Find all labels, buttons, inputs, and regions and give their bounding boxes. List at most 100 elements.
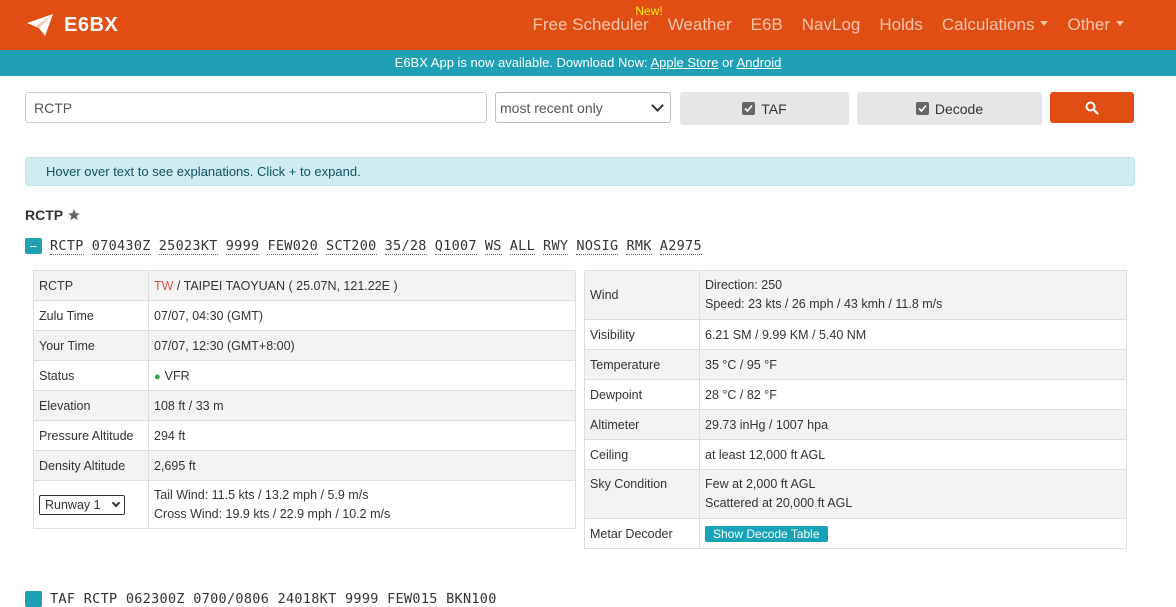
station-search-input[interactable] — [25, 92, 487, 123]
caret-down-icon — [1040, 21, 1049, 27]
metar-raw-text: RCTP 070430Z 25023KT 9999 FEW020 SCT200 35/28 Q… — [50, 238, 710, 255]
search-icon — [1085, 101, 1099, 115]
star-icon[interactable] — [67, 208, 81, 222]
metar-token[interactable]: ALL — [509, 238, 536, 255]
row-label: Temperature — [584, 349, 700, 380]
metar-token[interactable]: 070430Z — [91, 238, 151, 255]
new-badge: New! — [635, 4, 663, 18]
metar-token[interactable]: RCTP — [50, 238, 84, 255]
android-link[interactable]: Android — [737, 55, 782, 70]
sky-scattered: Scattered at 20,000 ft AGL — [705, 496, 853, 510]
nav-calculations[interactable]: Calculations — [942, 15, 1049, 35]
brand-logo[interactable]: E6BX — [26, 13, 118, 37]
row-value: 28 °C / 82 °F — [699, 379, 1127, 410]
collapse-taf-button[interactable] — [25, 591, 42, 607]
decode-toggle-button[interactable]: Decode — [857, 92, 1042, 125]
cross-wind: Cross Wind: 19.9 kts / 22.9 mph / 10.2 m… — [154, 506, 391, 521]
app-download-banner: E6BX App is now available. Download Now:… — [0, 50, 1176, 76]
nav-free-scheduler[interactable]: Free Scheduler New! — [532, 4, 662, 35]
row-label: RCTP — [33, 270, 149, 301]
row-label: Altimeter — [584, 409, 700, 440]
row-value: 108 ft / 33 m — [148, 390, 576, 421]
table-row: Sky Condition Few at 2,000 ft AGL Scatte… — [584, 469, 1127, 519]
row-label: Density Altitude — [33, 450, 149, 481]
nav-other[interactable]: Other — [1067, 15, 1124, 35]
checkbox-checked-icon — [915, 102, 929, 115]
metar-token[interactable]: WS — [484, 238, 502, 255]
station-heading: RCTP — [25, 207, 81, 223]
runway-select[interactable]: Runway 1 — [39, 494, 125, 515]
metar-token[interactable]: RWY — [543, 238, 569, 255]
table-row: Wind Direction: 250 Speed: 23 kts / 26 m… — [584, 270, 1127, 320]
search-row: most recent only TAF Decode — [25, 92, 1134, 126]
chevron-down-icon — [651, 99, 664, 112]
station-info-table: RCTP TW / TAIPEI TAOYUAN ( 25.07N, 121.2… — [33, 270, 576, 529]
table-row: Altimeter 29.73 inHg / 1007 hpa — [584, 409, 1127, 440]
table-row: Status ● VFR — [33, 360, 576, 391]
metar-token[interactable]: 35/28 — [384, 238, 427, 255]
metar-token[interactable]: SCT200 — [326, 238, 377, 255]
row-value: 2,695 ft — [148, 450, 576, 481]
table-row: RCTP TW / TAIPEI TAOYUAN ( 25.07N, 121.2… — [33, 270, 576, 301]
metar-token[interactable]: FEW020 — [267, 238, 319, 255]
collapse-metar-button[interactable]: − — [25, 238, 42, 254]
table-row: Ceiling at least 12,000 ft AGL — [584, 439, 1127, 470]
metar-line: − RCTP 070430Z 25023KT 9999 FEW020 SCT200 35/2… — [25, 238, 710, 255]
taf-raw-text: TAF RCTP 062300Z 0700/0806 24018KT 9999 … — [50, 591, 497, 607]
nav-weather[interactable]: Weather — [668, 15, 732, 35]
metar-token[interactable]: 25023KT — [158, 238, 218, 255]
row-label: Metar Decoder — [584, 518, 700, 549]
nav-navlog[interactable]: NavLog — [802, 15, 861, 35]
taf-toggle-button[interactable]: TAF — [680, 92, 849, 125]
table-row: Density Altitude 2,695 ft — [33, 450, 576, 481]
row-label: Visibility — [584, 319, 700, 350]
row-label: Your Time — [33, 330, 149, 361]
checkbox-checked-icon — [742, 102, 756, 115]
metar-token[interactable]: 9999 — [225, 238, 260, 255]
table-row: Runway 1 Tail Wind: 11.5 kts / 13.2 mph … — [33, 480, 576, 529]
caret-down-icon — [1116, 21, 1124, 27]
row-value: 07/07, 12:30 (GMT+8:00) — [148, 330, 576, 361]
row-value: 294 ft — [148, 420, 576, 451]
row-label: Wind — [584, 270, 700, 320]
metar-token[interactable]: Q1007 — [434, 238, 477, 255]
vfr-status-dot-icon: ● — [154, 370, 161, 383]
period-select[interactable]: most recent only — [495, 92, 671, 123]
table-row: Temperature 35 °C / 95 °F — [584, 349, 1127, 380]
nav-holds[interactable]: Holds — [879, 15, 922, 35]
table-row: Dewpoint 28 °C / 82 °F — [584, 379, 1127, 410]
table-row: Elevation 108 ft / 33 m — [33, 390, 576, 421]
table-row: Metar Decoder Show Decode Table — [584, 518, 1127, 549]
wind-speed: Speed: 23 kts / 26 mph / 43 kmh / 11.8 m… — [705, 297, 943, 311]
show-decode-table-button[interactable]: Show Decode Table — [705, 525, 828, 542]
tail-wind: Tail Wind: 11.5 kts / 13.2 mph / 5.9 m/s — [154, 487, 369, 502]
country-code: TW — [154, 278, 174, 293]
row-value: 07/07, 04:30 (GMT) — [148, 300, 576, 331]
table-row: Your Time 07/07, 12:30 (GMT+8:00) — [33, 330, 576, 361]
metar-token[interactable]: RMK — [626, 238, 652, 255]
sky-few: Few at 2,000 ft AGL — [705, 477, 816, 491]
table-row: Zulu Time 07/07, 04:30 (GMT) — [33, 300, 576, 331]
row-value: at least 12,000 ft AGL — [699, 439, 1127, 470]
taf-line: TAF RCTP 062300Z 0700/0806 24018KT 9999 … — [25, 591, 497, 607]
row-label: Sky Condition — [584, 469, 700, 519]
weather-info-table: Wind Direction: 250 Speed: 23 kts / 26 m… — [584, 270, 1127, 549]
table-row: Pressure Altitude 294 ft — [33, 420, 576, 451]
row-value: 35 °C / 95 °F — [699, 349, 1127, 380]
row-label: Ceiling — [584, 439, 700, 470]
nav-e6b[interactable]: E6B — [751, 15, 783, 35]
row-label: Pressure Altitude — [33, 420, 149, 451]
row-label: Status — [33, 360, 149, 391]
row-label: Dewpoint — [584, 379, 700, 410]
row-value: 29.73 inHg / 1007 hpa — [699, 409, 1127, 440]
apple-store-link[interactable]: Apple Store — [651, 55, 719, 70]
row-label: Elevation — [33, 390, 149, 421]
paper-plane-icon — [27, 14, 53, 36]
info-alert: Hover over text to see explanations. Cli… — [25, 157, 1135, 186]
metar-token[interactable]: A2975 — [659, 238, 702, 255]
chevron-down-icon — [111, 498, 121, 508]
nav-links: Free Scheduler New! Weather E6B NavLog H… — [513, 0, 1124, 50]
search-button[interactable] — [1050, 92, 1134, 123]
brand-name: E6BX — [64, 13, 119, 36]
metar-token[interactable]: NOSIG — [576, 238, 619, 255]
